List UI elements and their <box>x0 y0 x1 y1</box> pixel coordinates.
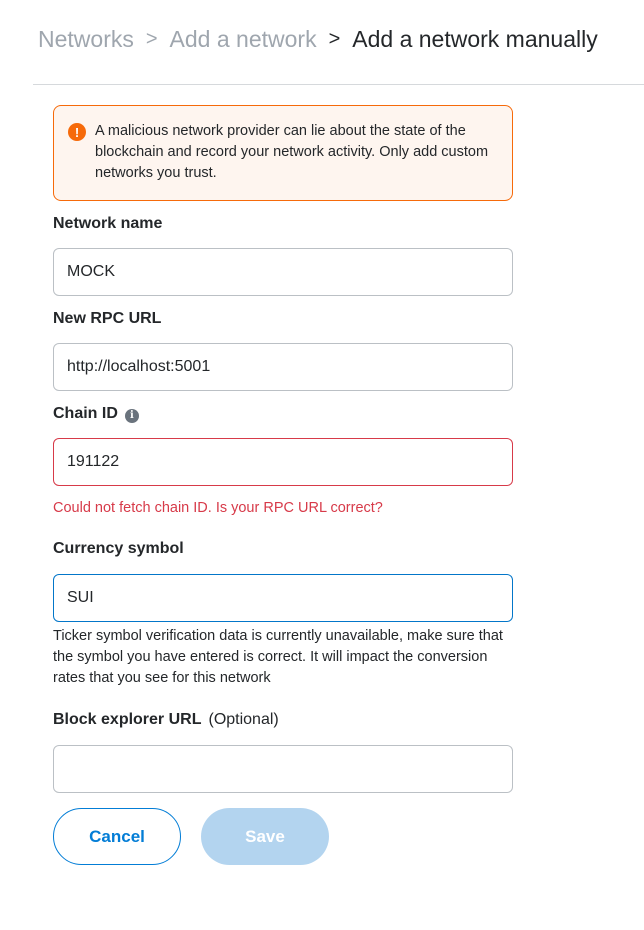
warning-text: A malicious network provider can lie abo… <box>95 123 489 181</box>
breadcrumb-networks[interactable]: Networks <box>38 26 134 53</box>
breadcrumb: Networks > Add a network > Add a network… <box>38 26 598 53</box>
save-button[interactable]: Save <box>201 808 329 865</box>
exclamation-circle-icon: ! <box>68 123 86 141</box>
add-network-form: ! A malicious network provider can lie a… <box>53 105 513 865</box>
chevron-right-icon: > <box>145 28 158 50</box>
block-explorer-label: Block explorer URL (Optional) <box>53 711 279 728</box>
chain-id-label: Chain ID i <box>53 403 513 425</box>
block-explorer-input[interactable] <box>53 745 513 793</box>
header-divider <box>33 84 644 85</box>
warning-banner: ! A malicious network provider can lie a… <box>53 105 513 201</box>
optional-label: (Optional) <box>208 711 279 728</box>
currency-symbol-input[interactable] <box>53 574 513 622</box>
chain-id-error: Could not fetch chain ID. Is your RPC UR… <box>53 500 383 516</box>
rpc-url-input[interactable] <box>53 343 513 391</box>
breadcrumb-add-network[interactable]: Add a network <box>170 26 317 53</box>
network-name-input[interactable] <box>53 248 513 296</box>
currency-symbol-help: Ticker symbol verification data is curre… <box>53 628 503 686</box>
chevron-right-icon: > <box>328 28 341 50</box>
network-name-label: Network name <box>53 215 163 232</box>
info-icon[interactable]: i <box>124 408 139 423</box>
form-actions: Cancel Save <box>53 808 513 865</box>
cancel-button[interactable]: Cancel <box>53 808 181 865</box>
chain-id-input[interactable] <box>53 438 513 486</box>
page-title: Add a network manually <box>352 26 598 52</box>
rpc-url-label: New RPC URL <box>53 310 162 327</box>
currency-symbol-label: Currency symbol <box>53 540 184 557</box>
